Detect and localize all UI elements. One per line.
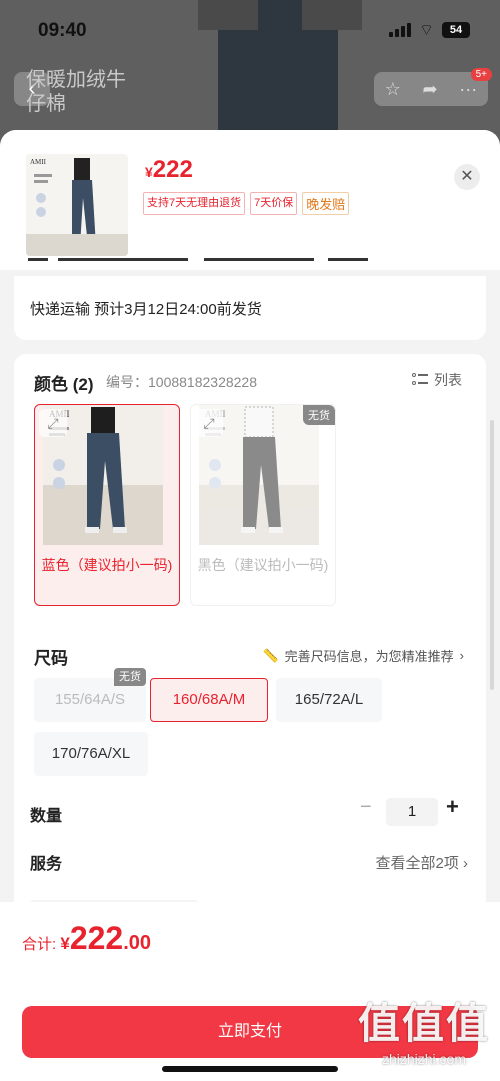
color-section-title: 颜色 (2) bbox=[34, 375, 94, 394]
service-view-all[interactable]: 查看全部2项 › bbox=[375, 852, 468, 873]
size-option-160[interactable]: 160/68A/M bbox=[150, 678, 268, 722]
list-view-toggle[interactable]: 列表 bbox=[412, 370, 462, 390]
color-option-label: 蓝色（建议拍小一码) bbox=[41, 557, 173, 573]
sold-out-badge: 无货 bbox=[303, 405, 335, 425]
tag-late-compensation: 晚发赔 bbox=[302, 192, 350, 215]
star-icon[interactable]: ☆ bbox=[385, 79, 401, 100]
service-label: 服务 bbox=[30, 856, 63, 873]
size-option-170[interactable]: 170/76A/XL bbox=[34, 732, 148, 776]
quantity-stepper[interactable]: 1 bbox=[386, 798, 438, 826]
expand-icon[interactable]: ⤢ bbox=[195, 409, 223, 437]
tag-price-protect: 7天价保 bbox=[250, 192, 298, 215]
size-option-165[interactable]: 165/72A/L bbox=[276, 678, 382, 722]
list-view-label: 列表 bbox=[434, 372, 462, 388]
status-bar: 09:40 ⌔ 54 bbox=[0, 0, 500, 60]
wifi-icon: ⌔ bbox=[418, 22, 434, 39]
scrolled-content-edge bbox=[28, 258, 388, 274]
more-icon[interactable]: ··· bbox=[459, 79, 477, 100]
status-icons: ⌔ 54 bbox=[388, 20, 470, 40]
list-view-icon bbox=[412, 373, 428, 387]
color-option-blue[interactable]: AMII ⤢ 蓝色（建议拍小一码) bbox=[34, 404, 180, 606]
close-button[interactable]: ✕ bbox=[454, 164, 480, 190]
size-option-155[interactable]: 155/64A/S 无货 bbox=[34, 668, 146, 722]
close-icon: ✕ bbox=[460, 168, 474, 185]
size-hint-text: 完善尺码信息，为您精准推荐 bbox=[284, 649, 454, 664]
background-product-title: 保暖加绒牛仔棉 bbox=[26, 69, 126, 115]
expand-icon[interactable]: ⤢ bbox=[39, 409, 67, 437]
battery-icon: 54 bbox=[442, 22, 470, 38]
home-indicator bbox=[162, 1066, 338, 1072]
minus-icon[interactable]: − bbox=[360, 796, 372, 819]
scrollbar[interactable] bbox=[490, 420, 494, 690]
shipping-card: 快递运输 预计3月12日24:00前发货 bbox=[14, 276, 486, 340]
sku-selection-sheet: AMII ¥222 支持7天无理由退货 7天价保 晚发赔 ✕ 快递运输 预计3月… bbox=[0, 130, 500, 1081]
share-icon[interactable]: ➦ bbox=[423, 79, 438, 100]
product-price: ¥222 bbox=[145, 156, 193, 183]
shipping-info: 快递运输 预计3月12日24:00前发货 bbox=[30, 301, 262, 318]
options-card: 颜色 (2) 编号：10088182328228 列表 AMII bbox=[14, 354, 486, 914]
plus-icon[interactable]: + bbox=[446, 794, 459, 820]
service-tags: 支持7天无理由退货 7天价保 晚发赔 bbox=[143, 192, 350, 215]
size-section-title: 尺码 bbox=[34, 649, 68, 668]
sheet-header: AMII ¥222 支持7天无理由退货 7天价保 晚发赔 ✕ bbox=[0, 130, 500, 270]
watermark-logo: 值值值 zhizhizhi.com bbox=[357, 1000, 490, 1067]
color-option-label: 黑色（建议拍小一码) bbox=[197, 557, 329, 573]
ruler-icon: 📏 bbox=[262, 647, 279, 663]
size-recommendation-link[interactable]: 📏 完善尺码信息，为您精准推荐 › bbox=[262, 646, 464, 665]
message-badge: 5+ bbox=[470, 68, 492, 81]
product-code: 编号：10088182328228 bbox=[106, 374, 258, 390]
status-time: 09:40 bbox=[38, 20, 87, 41]
tag-return: 支持7天无理由退货 bbox=[143, 192, 246, 215]
chevron-right-icon: › bbox=[463, 855, 468, 872]
signal-icon bbox=[388, 23, 411, 37]
color-option-black[interactable]: AMII ⤢ 无货 黑色（建议拍小一码) bbox=[190, 404, 336, 606]
quantity-label: 数量 bbox=[30, 808, 63, 825]
chevron-right-icon: › bbox=[459, 648, 464, 663]
sold-out-badge: 无货 bbox=[114, 668, 146, 686]
product-thumbnail[interactable]: AMII bbox=[26, 154, 128, 256]
svg-text:AMII: AMII bbox=[30, 158, 47, 166]
total-price: 合计: ¥222.00 bbox=[22, 920, 152, 956]
